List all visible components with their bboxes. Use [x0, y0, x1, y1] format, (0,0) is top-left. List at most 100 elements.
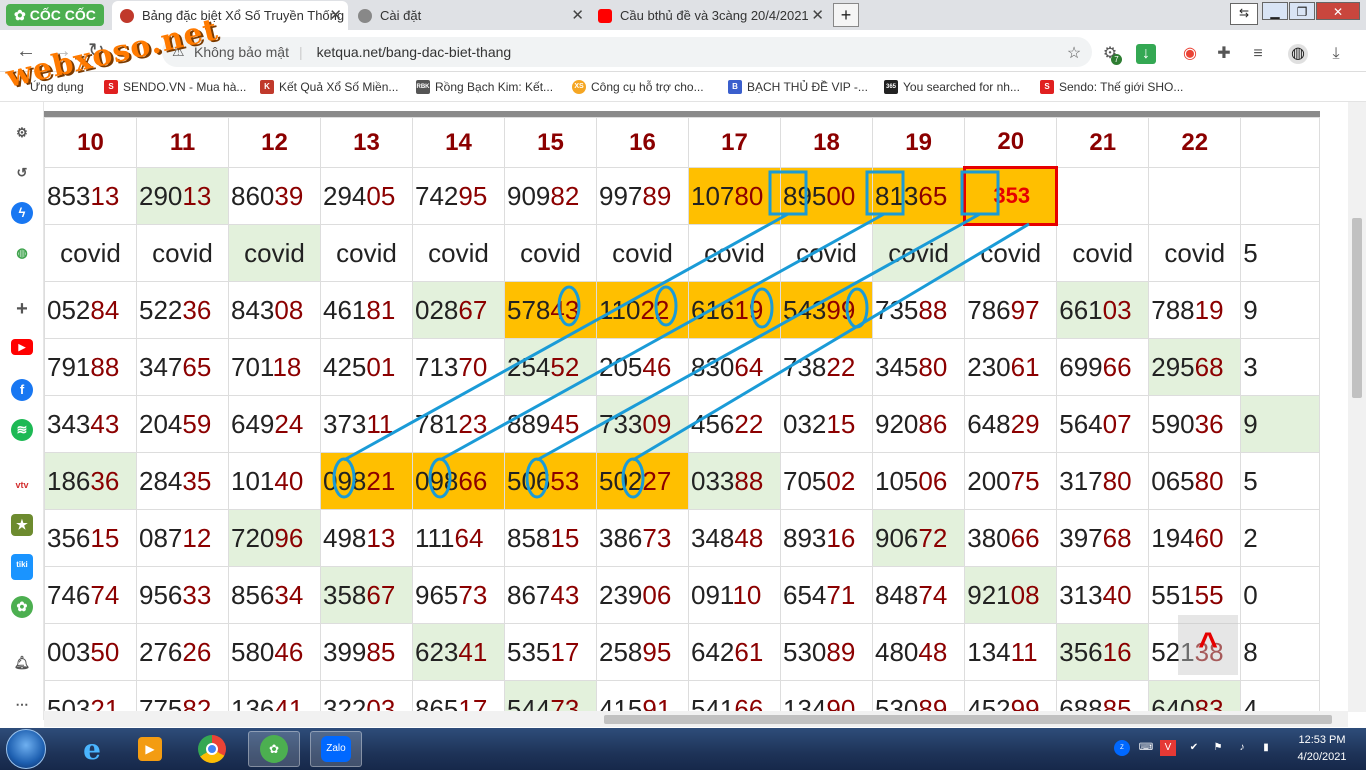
result-tail-digits: 81 [366, 294, 396, 325]
tools-tray-icon[interactable]: ✔ [1186, 740, 1202, 756]
tab-youtube[interactable]: Cầu bthủ đề và 3càng 20/4/2021 ✕ [590, 1, 830, 30]
result-cell: 84308 [228, 281, 321, 339]
bookmark-ketqua[interactable]: K Kết Quả Xổ Số Miền... [260, 80, 398, 94]
messenger-icon[interactable]: ϟ [11, 202, 33, 224]
result-tail-digits: 65 [918, 180, 948, 211]
zalo-tray-icon[interactable]: Z [1114, 740, 1130, 756]
result-tail-digits: 05 [366, 180, 396, 211]
result-cell: 9 [1240, 395, 1320, 453]
chrome-extension-icon[interactable]: ◉ [1180, 44, 1200, 64]
close-icon[interactable]: ✕ [811, 6, 824, 24]
ie-icon[interactable]: e [66, 731, 118, 767]
result-tail-digits: 29 [1010, 408, 1040, 439]
zalo-icon[interactable]: Zalo [310, 731, 362, 767]
notification-icon[interactable]: 🔔︎ [11, 652, 33, 674]
games-icon[interactable]: ◍ [11, 242, 33, 264]
new-tab-button[interactable]: + [833, 3, 859, 27]
result-cell: 49813 [320, 509, 413, 567]
result-head-digits: 065 [1151, 465, 1195, 496]
result-cell: 34343 [44, 395, 137, 453]
result-tail-digits: 61 [734, 636, 764, 667]
result-tail-digits: 67 [458, 294, 488, 325]
result-tail-digits: 68 [1102, 522, 1132, 553]
extension-icon[interactable]: ⚙ 7 [1100, 44, 1122, 65]
result-tail-digits: 35 [182, 465, 212, 496]
sendo-icon: S [1040, 80, 1054, 94]
scroll-thumb[interactable] [1352, 218, 1362, 398]
game-app-icon[interactable]: ★ [11, 514, 33, 536]
sendo-icon: S [104, 80, 118, 94]
tab-cai-dat[interactable]: Cài đặt ✕ [350, 1, 590, 30]
history-icon[interactable]: ↺ [11, 162, 33, 184]
bookmark-rongbachkim[interactable]: RBK Rồng Bạch Kim: Kết... [416, 80, 553, 94]
result-tail-digits: 06 [642, 579, 672, 610]
network-tray-icon[interactable]: ▮ [1258, 740, 1274, 756]
add-icon[interactable]: + [11, 298, 33, 320]
chevron-up-icon[interactable]: ^ [1178, 615, 1238, 675]
star-icon[interactable]: ☆ [1064, 44, 1084, 64]
result-cell: 65471 [780, 566, 873, 624]
bookmark-365[interactable]: 365 You searched for nh... [884, 80, 1020, 94]
result-tail-digits: 46 [642, 351, 672, 382]
result-head-digits: 290 [139, 180, 183, 211]
result-cell: 84874 [871, 566, 966, 624]
download-helper-icon[interactable]: ↓ [1136, 44, 1156, 64]
bookmarks-bar: Ứng dụng S SENDO.VN - Mua hà... K Kết Quả … [0, 72, 1366, 102]
close-icon[interactable]: ✕ [571, 6, 584, 24]
bookmark-sendo-2[interactable]: S Sendo: Thế giới SHO... [1040, 80, 1183, 94]
maximize-button[interactable]: ❐ [1289, 2, 1315, 20]
scroll-thumb[interactable] [604, 715, 1332, 724]
media-player-icon[interactable]: ▶ [124, 731, 176, 767]
bookmark-bachthu[interactable]: B BẠCH THỦ ĐỀ VIP -... [728, 80, 868, 94]
address-bar[interactable]: ⚠ Không bảo mật | ketqua.net/bang-dac-bi… [162, 37, 1092, 67]
coccoc-icon[interactable]: ✿ [248, 731, 300, 767]
result-cell: 28435 [136, 452, 229, 510]
youtube-icon[interactable]: ▶ [11, 339, 33, 355]
system-clock[interactable]: 12:53 PM 4/20/2021 [1282, 732, 1362, 766]
keyboard-tray-icon[interactable]: ⌨ [1138, 740, 1154, 756]
result-head-digits: 425 [323, 351, 367, 382]
spotify-icon[interactable]: ≋ [11, 419, 33, 441]
result-cell: 20546 [596, 338, 689, 396]
windows-taskbar: e ▶ ✿ Zalo Z ⌨ V ✔ ⚑ ♪ ▮ 12:53 PM 4/20/2… [0, 728, 1366, 770]
settings-icon[interactable]: ⚙ [11, 122, 33, 144]
playlist-icon[interactable]: ≡ [1248, 44, 1268, 64]
start-button[interactable] [6, 729, 46, 769]
result-cell: 83064 [688, 338, 781, 396]
downloads-icon[interactable]: ⤓ [1326, 44, 1346, 64]
avatar[interactable]: ◍ [1288, 44, 1308, 64]
close-icon[interactable]: ✕ [329, 6, 342, 24]
result-cell: 10140 [228, 452, 321, 510]
flag-tray-icon[interactable]: ⚑ [1210, 740, 1226, 756]
close-window-button[interactable]: ✕ [1316, 2, 1360, 20]
vtv-icon[interactable]: vtv [11, 474, 33, 496]
bookmark-congcu[interactable]: XS Công cụ hỗ trợ cho... [572, 80, 704, 94]
tab-bang-dac-biet[interactable]: Bảng đặc biệt Xổ Số Truyền Thống ✕ [112, 1, 348, 30]
vertical-scrollbar[interactable] [1348, 102, 1366, 712]
puzzle-icon[interactable]: ✚ [1214, 44, 1234, 64]
table-row: 85313 29013 86039 29405 74295 90982 99789 10780… [44, 166, 1320, 226]
v-tray-icon[interactable]: V [1160, 740, 1176, 756]
bookmark-sendo[interactable]: S SENDO.VN - Mua hà... [104, 80, 246, 94]
result-tail-digits: 40 [274, 465, 304, 496]
more-icon[interactable]: ⋯ [11, 694, 33, 716]
result-head-digits: 506 [507, 465, 551, 496]
facebook-icon[interactable]: f [11, 379, 33, 401]
result-tail-digits: 95 [458, 180, 488, 211]
result-tail-digits: 22 [734, 408, 764, 439]
coccoc-icon[interactable]: ✿ [11, 596, 33, 618]
tab-search-button[interactable]: ⇆ [1230, 3, 1258, 25]
result-head-digits: 186 [47, 465, 91, 496]
result-head-digits: 032 [783, 408, 827, 439]
result-head-digits: 343 [47, 408, 91, 439]
chrome-icon[interactable] [186, 731, 238, 767]
result-tail-digits: 39 [274, 180, 304, 211]
coccoc-logo[interactable]: ✿ CỐC CỐC [6, 4, 104, 26]
result-head-digits: 564 [1059, 408, 1103, 439]
horizontal-scrollbar[interactable] [44, 711, 1348, 727]
tiki-icon[interactable]: tiki [11, 554, 33, 580]
volume-tray-icon[interactable]: ♪ [1234, 740, 1250, 756]
minimize-button[interactable]: ▁ [1262, 2, 1288, 20]
result-cell: 34848 [688, 509, 781, 567]
result-tail-digits: 66 [458, 465, 488, 496]
